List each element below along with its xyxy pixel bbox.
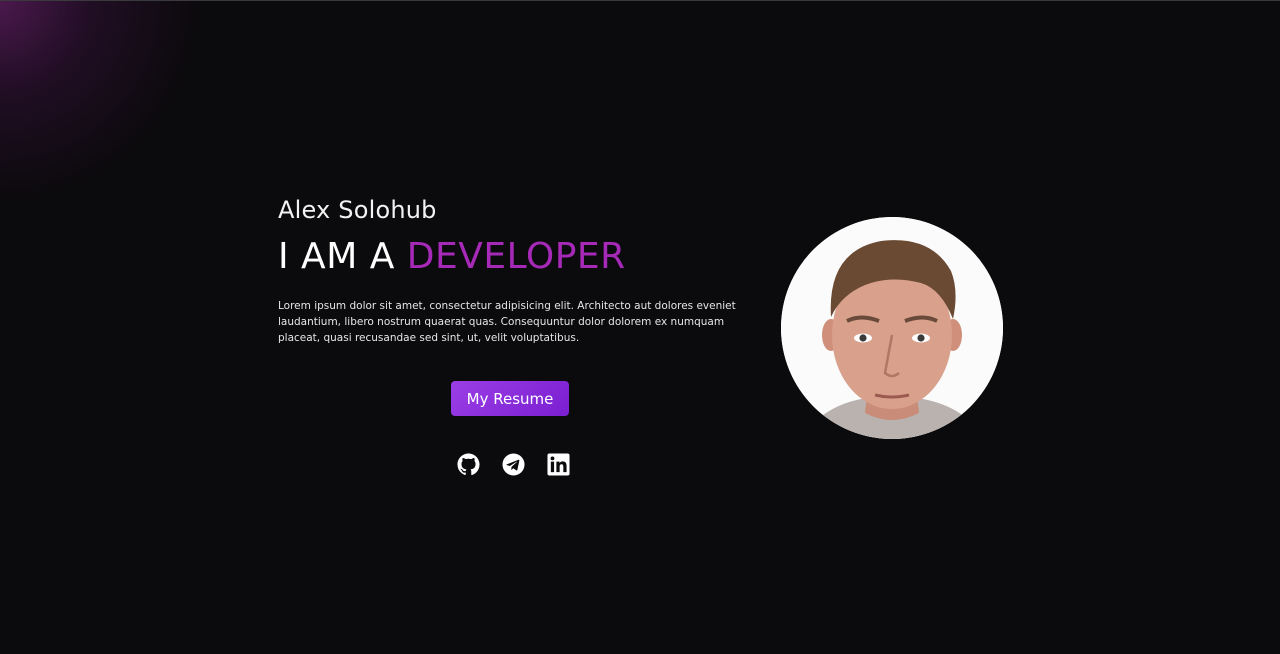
hero-intro: Alex Solohub I AM A DEVELOPER Lorem ipsu… xyxy=(278,191,758,346)
linkedin-icon xyxy=(547,453,570,476)
owner-name: Alex Solohub xyxy=(278,196,437,224)
profile-photo xyxy=(781,217,1003,439)
github-link[interactable] xyxy=(457,453,480,476)
telegram-icon xyxy=(502,453,525,476)
linkedin-link[interactable] xyxy=(547,453,570,476)
github-icon xyxy=(457,453,480,475)
profile-portrait xyxy=(781,217,1003,439)
bio-text: Lorem ipsum dolor sit amet, consectetur … xyxy=(278,300,736,344)
hero-headline: I AM A DEVELOPER xyxy=(278,235,758,279)
hero-page: Alex Solohub I AM A DEVELOPER Lorem ipsu… xyxy=(0,0,1280,654)
headline-prefix: I AM A xyxy=(278,236,407,277)
social-links xyxy=(457,453,570,476)
headline-accent: DEVELOPER xyxy=(406,236,626,277)
resume-button[interactable]: My Resume xyxy=(451,381,569,416)
telegram-link[interactable] xyxy=(502,453,525,476)
